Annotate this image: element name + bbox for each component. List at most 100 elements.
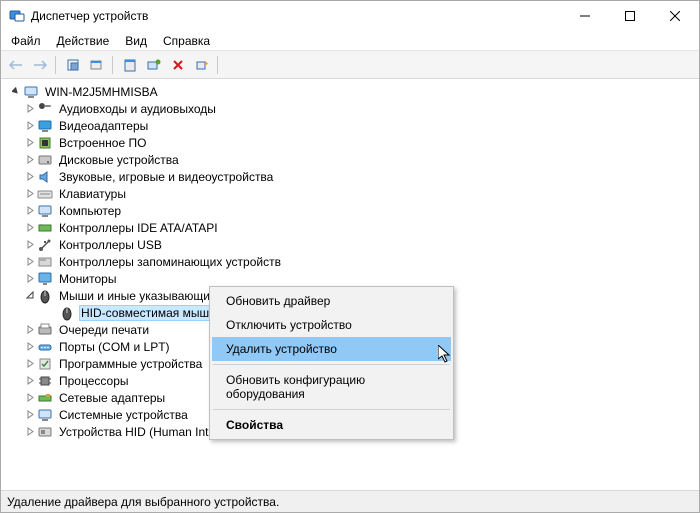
uninstall-device-button[interactable] xyxy=(167,54,189,76)
ctx-uninstall-device[interactable]: Удалить устройство xyxy=(212,337,451,361)
category-label: Системные устройства xyxy=(57,407,190,423)
keyboard-icon xyxy=(37,186,53,202)
menu-file[interactable]: Файл xyxy=(3,32,49,50)
category-usb[interactable]: Контроллеры USB xyxy=(1,236,699,253)
category-label: Процессоры xyxy=(57,373,131,389)
category-label: Контроллеры IDE ATA/ATAPI xyxy=(57,220,220,236)
device-tree[interactable]: WIN-M2J5MHMISBA Аудиовходы и аудиовыходы… xyxy=(1,79,699,490)
hid-mouse-icon xyxy=(59,305,75,321)
expand-icon[interactable] xyxy=(23,223,37,232)
expand-icon[interactable] xyxy=(23,393,37,402)
hid-icon xyxy=(37,424,53,440)
expand-icon[interactable] xyxy=(23,240,37,249)
category-label: Контроллеры запоминающих устройств xyxy=(57,254,283,270)
expand-icon[interactable] xyxy=(23,138,37,147)
statusbar: Удаление драйвера для выбранного устройс… xyxy=(1,490,699,512)
category-computer[interactable]: Компьютер xyxy=(1,202,699,219)
category-label: Компьютер xyxy=(57,203,123,219)
nav-forward-button[interactable] xyxy=(29,54,51,76)
scan-hardware-button[interactable] xyxy=(143,54,165,76)
expand-icon[interactable] xyxy=(23,342,37,351)
menu-action[interactable]: Действие xyxy=(49,32,118,50)
category-label: Аудиовходы и аудиовыходы xyxy=(57,101,218,117)
computer-icon xyxy=(23,84,39,100)
category-label: Сетевые адаптеры xyxy=(57,390,167,406)
action-menu-button[interactable] xyxy=(86,54,108,76)
minimize-button[interactable] xyxy=(562,2,607,31)
close-button[interactable] xyxy=(652,2,697,31)
toolbar-separator xyxy=(217,56,218,74)
menu-help[interactable]: Справка xyxy=(155,32,218,50)
software-icon xyxy=(37,356,53,372)
cpu-icon xyxy=(37,373,53,389)
mice-icon xyxy=(37,288,53,304)
expand-icon[interactable] xyxy=(23,325,37,334)
expand-icon[interactable] xyxy=(23,206,37,215)
collapse-icon[interactable] xyxy=(23,291,37,300)
expand-icon[interactable] xyxy=(23,104,37,113)
computer-icon xyxy=(37,203,53,219)
expand-icon[interactable] xyxy=(23,121,37,130)
menu-view[interactable]: Вид xyxy=(117,32,155,50)
system-icon xyxy=(37,407,53,423)
expand-icon[interactable] xyxy=(23,376,37,385)
category-label: Порты (COM и LPT) xyxy=(57,339,172,355)
category-label: Звуковые, игровые и видеоустройства xyxy=(57,169,275,185)
category-monitor[interactable]: Мониторы xyxy=(1,270,699,287)
root-label: WIN-M2J5MHMISBA xyxy=(43,84,160,100)
category-disk[interactable]: Дисковые устройства xyxy=(1,151,699,168)
status-text: Удаление драйвера для выбранного устройс… xyxy=(7,495,279,509)
sound-icon xyxy=(37,169,53,185)
collapse-icon[interactable] xyxy=(9,87,23,96)
category-label: Мониторы xyxy=(57,271,118,287)
expand-icon[interactable] xyxy=(23,257,37,266)
category-label: Встроенное ПО xyxy=(57,135,148,151)
context-menu: Обновить драйвер Отключить устройство Уд… xyxy=(209,286,454,440)
toolbar-separator xyxy=(55,56,56,74)
show-hidden-button[interactable] xyxy=(62,54,84,76)
category-label: Очереди печати xyxy=(57,322,151,338)
ctx-update-driver[interactable]: Обновить драйвер xyxy=(212,289,451,313)
maximize-button[interactable] xyxy=(607,2,652,31)
expand-icon[interactable] xyxy=(23,189,37,198)
firmware-icon xyxy=(37,135,53,151)
app-icon xyxy=(9,8,25,24)
audio-icon xyxy=(37,101,53,117)
toolbar-separator xyxy=(112,56,113,74)
nav-back-button[interactable] xyxy=(5,54,27,76)
category-sound[interactable]: Звуковые, игровые и видеоустройства xyxy=(1,168,699,185)
ide-icon xyxy=(37,220,53,236)
monitor-icon xyxy=(37,271,53,287)
expand-icon[interactable] xyxy=(23,274,37,283)
expand-icon[interactable] xyxy=(23,359,37,368)
category-storage[interactable]: Контроллеры запоминающих устройств xyxy=(1,253,699,270)
expand-icon[interactable] xyxy=(23,427,37,436)
category-label: Контроллеры USB xyxy=(57,237,164,253)
expand-icon[interactable] xyxy=(23,155,37,164)
category-keyboard[interactable]: Клавиатуры xyxy=(1,185,699,202)
printq-icon xyxy=(37,322,53,338)
ctx-scan-hardware[interactable]: Обновить конфигурацию оборудования xyxy=(212,368,451,406)
category-firmware[interactable]: Встроенное ПО xyxy=(1,134,699,151)
category-audio[interactable]: Аудиовходы и аудиовыходы xyxy=(1,100,699,117)
ctx-separator xyxy=(213,364,450,365)
expand-icon[interactable] xyxy=(23,410,37,419)
titlebar: Диспетчер устройств xyxy=(1,1,699,31)
category-label: Программные устройства xyxy=(57,356,204,372)
device-label: HID-совместимая мышь xyxy=(79,305,217,321)
menubar: Файл Действие Вид Справка xyxy=(1,31,699,51)
category-video[interactable]: Видеоадаптеры xyxy=(1,117,699,134)
tree-root[interactable]: WIN-M2J5MHMISBA xyxy=(1,83,699,100)
storage-icon xyxy=(37,254,53,270)
category-label: Клавиатуры xyxy=(57,186,128,202)
usb-icon xyxy=(37,237,53,253)
network-icon xyxy=(37,390,53,406)
disable-device-button[interactable] xyxy=(191,54,213,76)
expand-icon[interactable] xyxy=(23,172,37,181)
ctx-properties[interactable]: Свойства xyxy=(212,413,451,437)
category-ide[interactable]: Контроллеры IDE ATA/ATAPI xyxy=(1,219,699,236)
window-controls xyxy=(562,2,697,31)
toolbar xyxy=(1,51,699,79)
ctx-disable-device[interactable]: Отключить устройство xyxy=(212,313,451,337)
properties-button[interactable] xyxy=(119,54,141,76)
